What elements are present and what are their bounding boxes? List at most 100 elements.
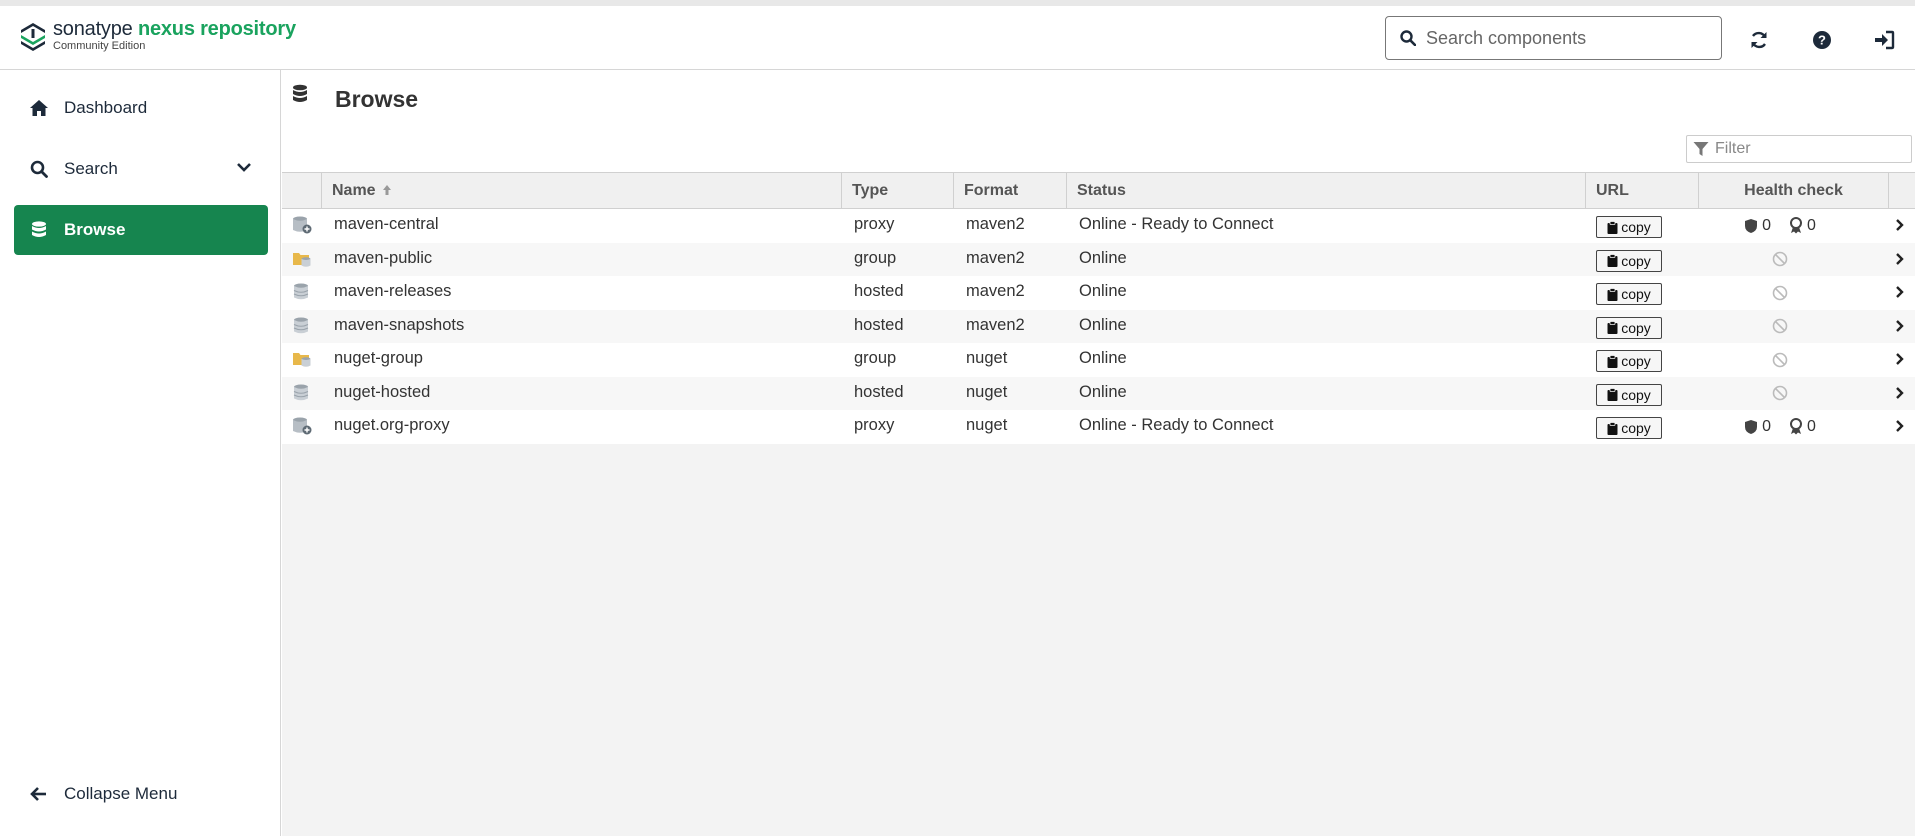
repo-status: Online — [1079, 382, 1127, 401]
copy-url-button[interactable]: copy — [1596, 216, 1662, 238]
main-content: Browse Name Type Format Status URL Healt… — [282, 70, 1915, 836]
repo-name: nuget-group — [334, 349, 423, 367]
repo-type: group — [854, 349, 897, 367]
repo-name: maven-releases — [334, 282, 452, 300]
repo-name: maven-central — [334, 215, 439, 233]
table-row[interactable]: maven-releases hosted maven2 Online copy — [282, 276, 1915, 310]
chevron-right-icon[interactable] — [1895, 319, 1905, 333]
hosted-repository-icon — [293, 384, 309, 400]
sidebar-item-dashboard[interactable]: Dashboard — [14, 83, 268, 133]
repo-format: nuget — [966, 349, 1008, 367]
chevron-right-icon[interactable] — [1895, 386, 1905, 400]
copy-url-button[interactable]: copy — [1596, 283, 1662, 305]
column-header-type[interactable]: Type — [842, 173, 954, 208]
not-available-icon — [1772, 251, 1788, 267]
repo-type: proxy — [854, 416, 895, 434]
repo-type: hosted — [854, 315, 904, 334]
repo-type: hosted — [854, 282, 904, 300]
shield-icon — [1745, 218, 1758, 233]
chevron-right-icon[interactable] — [1895, 285, 1905, 299]
not-available-icon — [1772, 318, 1788, 334]
table-row[interactable]: maven-snapshots hosted maven2 Online cop… — [282, 309, 1915, 343]
help-button[interactable]: ? — [1810, 28, 1834, 52]
component-search-box[interactable] — [1385, 16, 1722, 60]
table-row[interactable]: nuget.org-proxy proxy nuget Online - Rea… — [282, 410, 1915, 444]
group-repository-icon — [293, 353, 311, 367]
health-check-cell — [1682, 310, 1878, 343]
license-issues-count: 0 — [1807, 417, 1816, 435]
health-check-cell — [1682, 343, 1878, 376]
clipboard-icon — [1607, 254, 1618, 267]
sidebar-item-label: Browse — [64, 220, 126, 239]
collapse-menu-label: Collapse Menu — [64, 784, 178, 803]
collapse-menu-button[interactable]: Collapse Menu — [14, 769, 268, 819]
app-header: sonatype nexus repository Community Edit… — [0, 0, 1915, 70]
sidebar: Dashboard Search Browse Collapse Menu — [0, 70, 281, 836]
license-badge-icon — [1790, 418, 1802, 435]
filter-icon — [1693, 142, 1709, 156]
clipboard-icon — [1607, 321, 1618, 334]
search-icon — [28, 159, 50, 179]
refresh-icon — [1751, 31, 1767, 49]
repo-format: maven2 — [966, 315, 1025, 334]
chevron-down-icon[interactable] — [236, 161, 252, 173]
not-available-icon — [1772, 352, 1788, 367]
app-logo[interactable]: sonatype nexus repository Community Edit… — [19, 19, 296, 52]
license-badge-icon — [1790, 217, 1802, 234]
repo-format: nuget — [966, 382, 1008, 401]
table-row[interactable]: nuget-hosted hosted nuget Online copy — [282, 376, 1915, 410]
chevron-right-icon[interactable] — [1895, 352, 1905, 366]
database-icon — [28, 220, 50, 240]
repo-format: nuget — [966, 416, 1008, 434]
copy-url-button[interactable]: copy — [1596, 249, 1662, 272]
column-header-health-check[interactable]: Health check — [1699, 173, 1889, 208]
health-check-cell[interactable]: 0 0 — [1682, 410, 1878, 443]
repo-name: maven-snapshots — [334, 315, 465, 334]
column-header-format[interactable]: Format — [954, 173, 1067, 208]
clipboard-icon — [1607, 354, 1618, 368]
not-available-icon — [1772, 385, 1788, 401]
repo-type: proxy — [854, 215, 895, 233]
icon-column-header — [282, 173, 322, 208]
sonatype-logo-icon — [21, 23, 45, 51]
repo-type: group — [854, 248, 897, 267]
component-search-input[interactable] — [1426, 27, 1706, 49]
chevron-right-icon[interactable] — [1895, 218, 1905, 232]
svg-text:?: ? — [1818, 33, 1826, 48]
security-issues-count: 0 — [1762, 216, 1771, 234]
filter-input[interactable] — [1715, 140, 1905, 158]
proxy-repository-icon — [293, 417, 312, 435]
table-row[interactable]: nuget-group group nuget Online copy — [282, 343, 1915, 377]
clipboard-icon — [1607, 287, 1618, 301]
page-header: Browse — [282, 70, 1915, 172]
security-issues-count: 0 — [1762, 417, 1771, 435]
refresh-button[interactable] — [1747, 28, 1771, 52]
hosted-repository-icon — [293, 317, 309, 333]
table-header: Name Type Format Status URL Health check — [282, 172, 1915, 209]
chevron-right-icon[interactable] — [1895, 419, 1905, 433]
sidebar-item-search[interactable]: Search — [14, 144, 268, 194]
copy-url-button[interactable]: copy — [1596, 383, 1662, 406]
table-row[interactable]: maven-central proxy maven2 Online - Read… — [282, 209, 1915, 243]
repo-name: nuget-hosted — [334, 382, 431, 401]
table-row[interactable]: maven-public group maven2 Online copy — [282, 242, 1915, 276]
repo-name: maven-public — [334, 248, 433, 267]
column-header-url[interactable]: URL — [1586, 173, 1699, 208]
column-header-status[interactable]: Status — [1067, 173, 1586, 208]
sign-in-button[interactable] — [1872, 28, 1896, 52]
home-icon — [28, 98, 50, 118]
health-check-cell — [1682, 377, 1878, 410]
chevron-right-icon[interactable] — [1895, 252, 1905, 266]
repo-format: maven2 — [966, 215, 1025, 233]
group-repository-icon — [293, 252, 311, 267]
filter-box[interactable] — [1686, 135, 1912, 163]
column-header-name[interactable]: Name — [322, 173, 842, 208]
copy-url-button[interactable]: copy — [1596, 417, 1662, 439]
copy-url-button[interactable]: copy — [1596, 316, 1662, 339]
copy-url-button[interactable]: copy — [1596, 350, 1662, 372]
repo-status: Online - Ready to Connect — [1079, 215, 1274, 233]
search-icon — [1400, 30, 1416, 46]
sidebar-item-label: Dashboard — [64, 98, 148, 117]
health-check-cell[interactable]: 0 0 — [1682, 209, 1878, 242]
sidebar-item-browse[interactable]: Browse — [14, 205, 268, 255]
